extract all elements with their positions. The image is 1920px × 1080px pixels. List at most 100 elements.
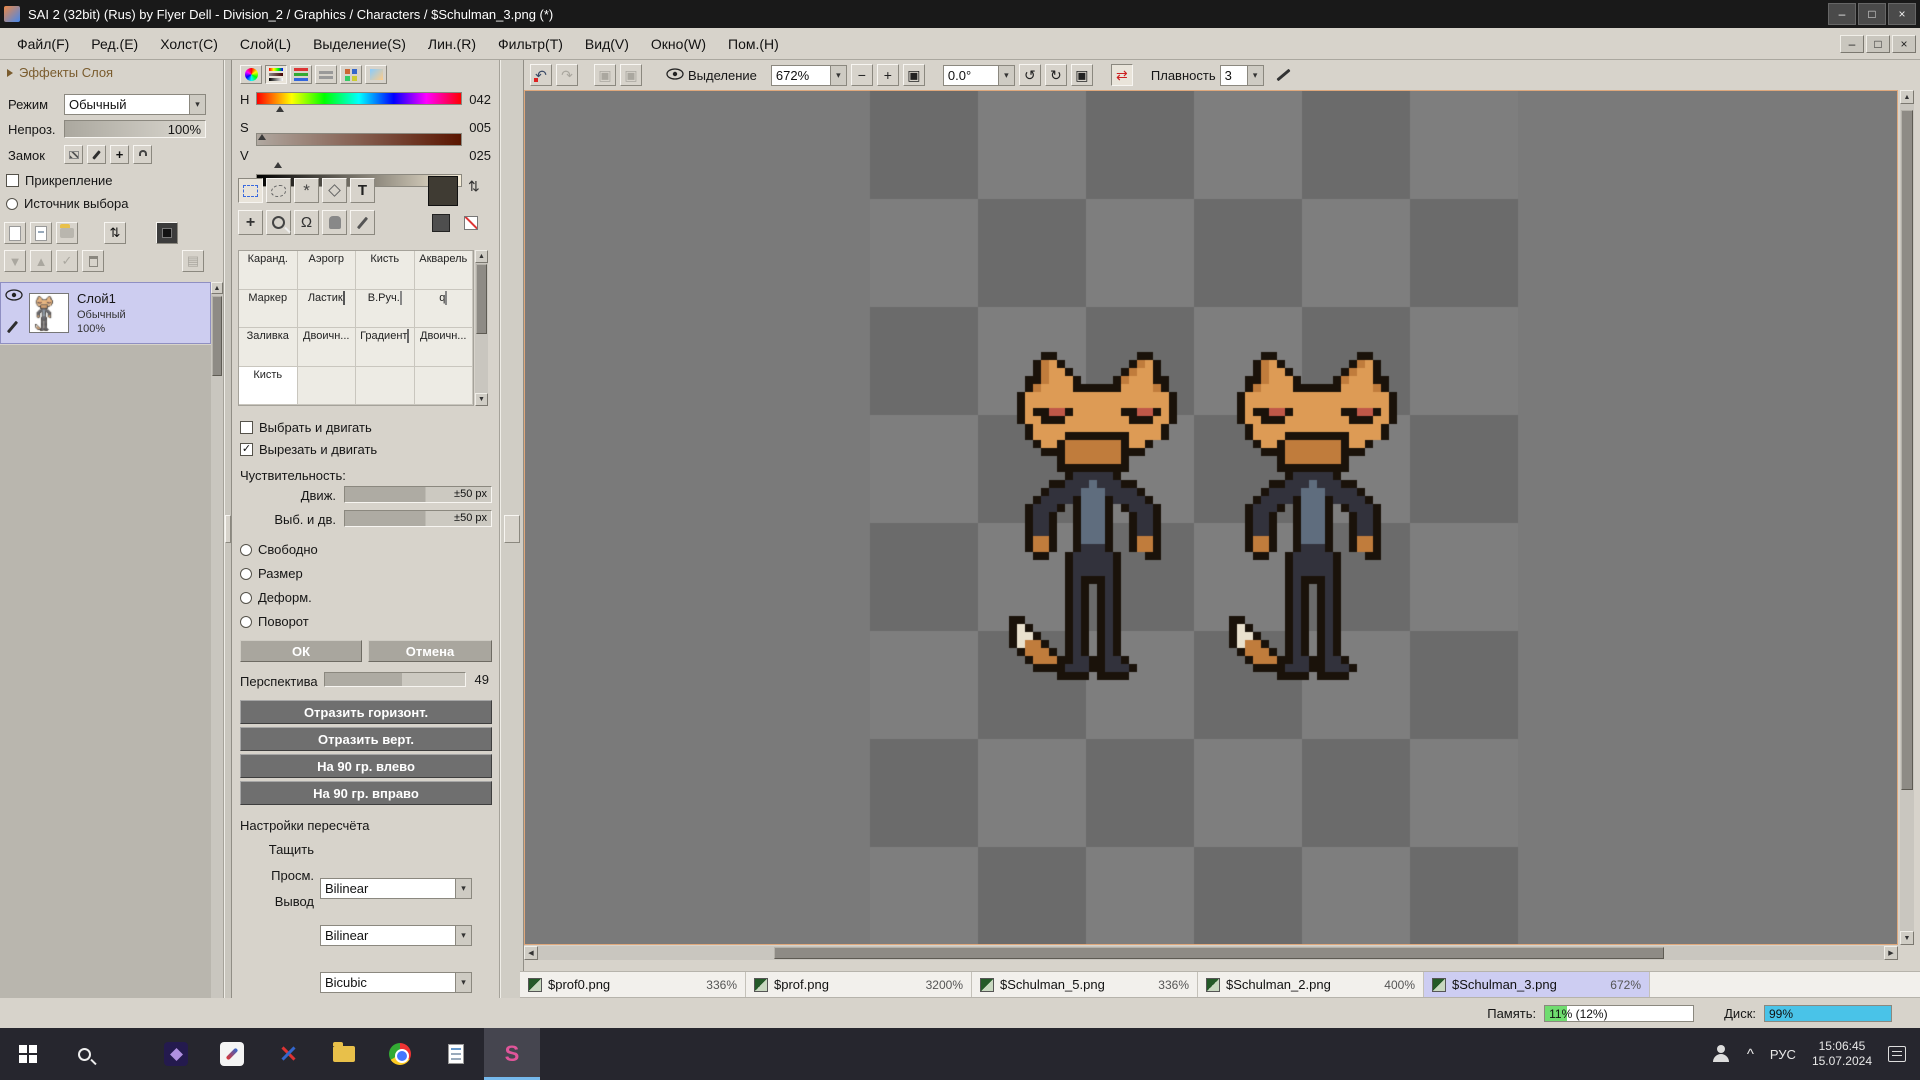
layer-extra-button[interactable] — [156, 222, 178, 244]
menu-item-filter[interactable]: Фильтр(T) — [487, 32, 574, 56]
taskbar-app-1[interactable] — [148, 1028, 204, 1080]
canvas-hscrollbar[interactable]: ◀ ▶ — [524, 946, 1898, 960]
doc-maximize-button[interactable]: □ — [1866, 35, 1890, 53]
rotate-ccw-button[interactable]: ↺ — [1019, 64, 1041, 86]
dropdown-arrow-icon[interactable]: ▾ — [1247, 66, 1263, 85]
move-sensitivity-field[interactable]: ±50 px — [344, 486, 492, 503]
rotate-view-tool[interactable]: Ω — [294, 210, 319, 235]
taskbar-app-chrome[interactable] — [372, 1028, 428, 1080]
swap-colors-icon[interactable]: ⇅ — [468, 178, 480, 195]
flip-view-button[interactable]: ⇄ — [1111, 64, 1133, 86]
brush-scroll-thumb[interactable] — [476, 264, 487, 334]
deform-radio[interactable] — [240, 592, 252, 604]
start-button[interactable] — [0, 1028, 56, 1080]
canvas-vscrollbar[interactable]: ▲ ▼ — [1900, 90, 1914, 945]
merge-down-button[interactable]: ▼ — [4, 250, 26, 272]
layer-visibility-icon[interactable] — [5, 289, 23, 304]
rect-select-tool[interactable] — [238, 178, 263, 203]
zoom-in-button[interactable]: + — [877, 64, 899, 86]
menu-item-selection[interactable]: Выделение(S) — [302, 32, 417, 56]
zoom-reset-button[interactable]: ▣ — [903, 64, 925, 86]
tab-prof[interactable]: $prof.png3200% — [746, 972, 972, 997]
menu-item-canvas[interactable]: Холст(C) — [149, 32, 229, 56]
dropdown-arrow-icon[interactable]: ▾ — [455, 926, 471, 945]
rgb-sliders-tab[interactable] — [290, 65, 312, 84]
tab-schulman-3[interactable]: $Schulman_3.png672% — [1424, 972, 1650, 997]
color-sliders-tab[interactable] — [265, 65, 287, 84]
scroll-left-icon[interactable]: ◀ — [524, 946, 538, 960]
clear-layer-button[interactable]: ✓ — [56, 250, 78, 272]
dropdown-arrow-icon[interactable]: ▾ — [830, 66, 846, 85]
taskbar-app-explorer[interactable] — [316, 1028, 372, 1080]
clipping-checkbox[interactable] — [6, 174, 19, 187]
tab-prof0[interactable]: $prof0.png336% — [520, 972, 746, 997]
doc-close-button[interactable]: × — [1892, 35, 1916, 53]
brush-eraser[interactable]: Ластик — [298, 290, 357, 329]
brush-watercolor[interactable]: Акварель — [415, 251, 474, 290]
brush-airbrush[interactable]: Аэрогр — [298, 251, 357, 290]
canvas-hscroll-thumb[interactable] — [774, 947, 1664, 959]
menu-item-edit[interactable]: Ред.(E) — [80, 32, 149, 56]
transparent-color-swatch[interactable] — [464, 216, 478, 230]
saturation-slider-marker[interactable] — [258, 134, 266, 140]
menu-item-file[interactable]: Файл(F) — [6, 32, 80, 56]
brush-empty-3[interactable] — [415, 367, 474, 406]
new-folder-button[interactable] — [56, 222, 78, 244]
select-move-sensitivity-field[interactable]: ±50 px — [344, 510, 492, 527]
taskbar-app-notes[interactable] — [428, 1028, 484, 1080]
flip-vertical-button[interactable]: Отразить верт. — [240, 727, 492, 751]
lock-pixels-button[interactable] — [87, 145, 106, 164]
brush-marker[interactable]: Маркер — [239, 290, 298, 329]
brush-waterbrush[interactable]: В.Руч. — [356, 290, 415, 329]
brush-gradient[interactable]: Градиент — [356, 328, 415, 367]
rotate-cw-button[interactable]: ↻ — [1045, 64, 1067, 86]
scroll-right-icon[interactable]: ▶ — [1884, 946, 1898, 960]
opacity-slider[interactable]: 100% — [64, 120, 206, 138]
tab-schulman-2[interactable]: $Schulman_2.png400% — [1198, 972, 1424, 997]
rotate-90-left-button[interactable]: На 90 гр. влево — [240, 754, 492, 778]
primary-color-swatch[interactable] — [428, 176, 458, 206]
divider-handle-icon[interactable] — [504, 515, 520, 543]
brush-brush[interactable]: Кисть — [356, 251, 415, 290]
value-slider-marker[interactable] — [274, 162, 282, 168]
taskbar-app-cutter[interactable] — [260, 1028, 316, 1080]
vscroll-thumb[interactable] — [212, 296, 222, 376]
eyedropper-tool[interactable] — [350, 210, 375, 235]
taskbar-clock[interactable]: 15:06:4515.07.2024 — [1812, 1039, 1872, 1069]
brush-empty-2[interactable] — [356, 367, 415, 406]
brush-binary1[interactable]: Двоичн... — [298, 328, 357, 367]
brush-fill[interactable]: Заливка — [239, 328, 298, 367]
panel-divider-2[interactable] — [500, 60, 524, 1028]
scratchpad-tab[interactable] — [365, 65, 387, 84]
layer-menu-button[interactable]: ▤ — [182, 250, 204, 272]
brush-custom[interactable]: Кисть — [239, 367, 298, 406]
new-sketch-layer-button[interactable] — [30, 222, 52, 244]
selection-invert-button[interactable]: ▣ — [620, 64, 642, 86]
text-tool[interactable]: T — [350, 178, 375, 203]
brush-binary2[interactable]: Двоичн... — [415, 328, 474, 367]
merge-up-button[interactable]: ▲ — [30, 250, 52, 272]
angle-reset-button[interactable]: ▣ — [1071, 64, 1093, 86]
scroll-up-icon[interactable]: ▲ — [475, 250, 488, 263]
window-maximize-button[interactable]: □ — [1858, 3, 1886, 25]
layer-list-vscrollbar[interactable]: ▲ ▼ — [211, 282, 223, 1012]
brush-grid-scrollbar[interactable]: ▲ ▼ — [475, 250, 488, 406]
flip-horizontal-button[interactable]: Отразить горизонт. — [240, 700, 492, 724]
angle-select[interactable]: 0.0°▾ — [943, 65, 1015, 86]
zoom-select[interactable]: 672%▾ — [771, 65, 847, 86]
canvas-vscroll-thumb[interactable] — [1901, 110, 1913, 790]
hue-slider-marker[interactable] — [276, 106, 284, 112]
rotate-90-right-button[interactable]: На 90 гр. вправо — [240, 781, 492, 805]
color-wheel-tab[interactable] — [240, 65, 262, 84]
panel-divider-1[interactable] — [224, 60, 232, 1028]
menu-item-view[interactable]: Вид(V) — [574, 32, 640, 56]
menu-item-layer[interactable]: Слой(L) — [229, 32, 302, 56]
panel-collapse-icon[interactable] — [7, 69, 13, 77]
selection-eye-icon[interactable] — [666, 68, 684, 83]
hue-slider[interactable] — [256, 92, 462, 105]
lasso-tool[interactable] — [266, 178, 291, 203]
lock-position-button[interactable]: + — [110, 145, 129, 164]
hand-tool[interactable] — [322, 210, 347, 235]
menu-item-window[interactable]: Окно(W) — [640, 32, 717, 56]
rotate-radio[interactable] — [240, 616, 252, 628]
